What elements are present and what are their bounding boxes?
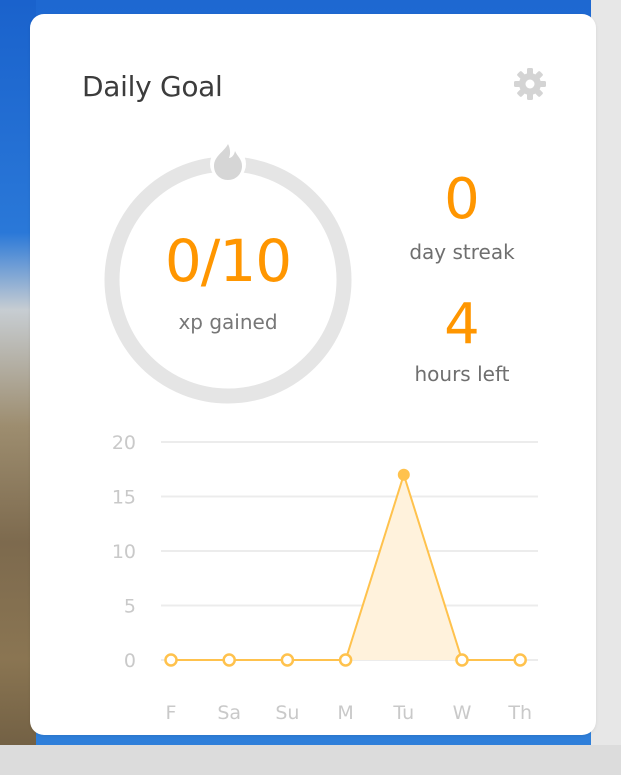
xp-history-chart: 20 15 10 5 0 F Sa Su M Tu W Th <box>112 432 538 724</box>
chart-x-tick-label: Th <box>507 702 532 724</box>
background-panel-bottom <box>0 745 621 775</box>
chart-y-tick-label: 10 <box>112 541 136 563</box>
chart-y-tick-label: 20 <box>112 432 136 454</box>
chart-y-tick-label: 5 <box>124 596 136 618</box>
chart-data-point <box>455 653 469 667</box>
chart-data-point <box>280 653 295 667</box>
chart-data-point <box>513 653 527 667</box>
chart-x-tick-label: Su <box>275 702 299 724</box>
chart-data-point <box>222 653 236 667</box>
chart-series-line <box>171 471 521 661</box>
chart-x-tick-label: Sa <box>217 702 241 724</box>
chart-x-tick-label: M <box>337 702 353 724</box>
daily-goal-card: Daily Goal 0/10 xp gained 0 day streak 4… <box>30 14 596 735</box>
chart-y-tick-label: 15 <box>112 487 136 509</box>
chart-data-point <box>164 653 178 667</box>
chart-y-tick-label: 0 <box>124 650 136 672</box>
chart-x-tick-label: F <box>166 702 177 724</box>
chart-x-tick-label: Tu <box>392 702 414 724</box>
chart-data-point <box>338 653 353 667</box>
chart-data-point <box>397 468 410 481</box>
chart-x-tick-label: W <box>453 702 472 724</box>
chart-area-fill <box>171 474 521 660</box>
